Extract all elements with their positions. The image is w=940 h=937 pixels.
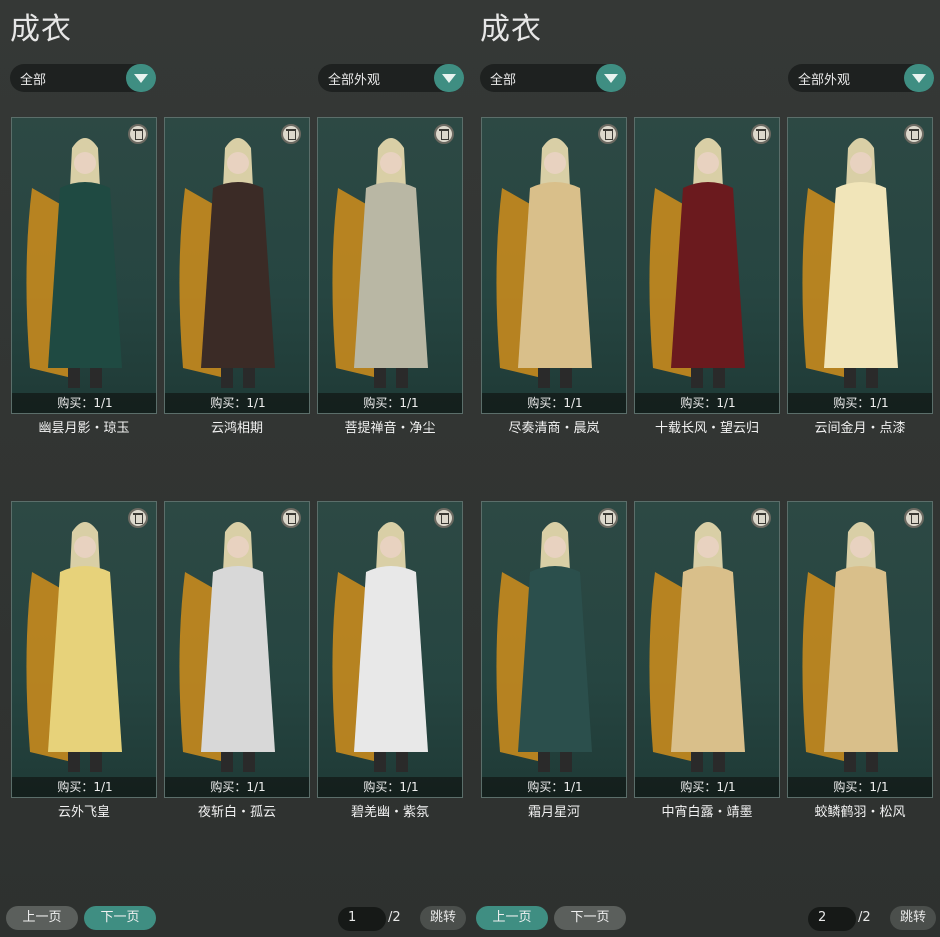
wardrobe-panel-right: 成衣 全部 全部外观 购买：1/1 尽奏清商・晨岚 购买：1/1 十载长风・望云归 购买… [470, 0, 940, 937]
outfit-card[interactable]: 购买：1/1 [317, 501, 463, 798]
chevron-down-icon[interactable] [126, 64, 156, 92]
outfit-card[interactable]: 购买：1/1 [481, 501, 627, 798]
page-number: 2 [818, 910, 827, 925]
purchase-count: 购买：1/1 [318, 393, 462, 413]
outfit-name: 十载长风・望云归 [654, 421, 759, 436]
purchase-count: 购买：1/1 [12, 393, 156, 413]
appearance-dropdown-label: 全部外观 [328, 73, 381, 88]
outfit-name: 幽昙月影・琼玉 [38, 421, 130, 436]
character-figure [496, 138, 592, 388]
outfit-card[interactable]: 购买：1/1 [787, 117, 933, 414]
outfit-name: 夜斩白・孤云 [197, 805, 276, 820]
category-dropdown-label: 全部 [490, 73, 517, 88]
jump-button[interactable]: 跳转 [890, 906, 936, 930]
outfit-card[interactable]: 购买：1/1 [787, 501, 933, 798]
appearance-dropdown[interactable]: 全部外观 [788, 64, 934, 92]
chevron-down-icon[interactable] [434, 64, 464, 92]
outfit-name: 云外飞皇 [57, 805, 110, 820]
outfit-card[interactable]: 购买：1/1 [11, 501, 157, 798]
page-number: 1 [348, 910, 357, 925]
category-dropdown[interactable]: 全部 [480, 64, 626, 92]
outfit-name: 碧羌幽・紫氛 [350, 805, 429, 820]
page-number-input[interactable]: 1 [338, 907, 386, 931]
purchase-count: 购买：1/1 [482, 393, 626, 413]
page-title: 成衣 [480, 12, 542, 47]
prev-page-button[interactable]: 上一页 [6, 906, 78, 930]
character-figure [179, 138, 275, 388]
next-page-button[interactable]: 下一页 [554, 906, 626, 930]
character-figure [332, 522, 428, 772]
outfit-card[interactable]: 购买：1/1 [317, 117, 463, 414]
chevron-down-icon[interactable] [904, 64, 934, 92]
trash-icon[interactable] [598, 508, 618, 528]
category-dropdown[interactable]: 全部 [10, 64, 156, 92]
trash-icon[interactable] [434, 508, 454, 528]
outfit-name: 云鸿相期 [210, 421, 263, 436]
purchase-count: 购买：1/1 [318, 777, 462, 797]
character-figure [802, 138, 898, 388]
page-title: 成衣 [10, 12, 72, 47]
trash-icon[interactable] [281, 508, 301, 528]
outfit-name: 霜月星河 [527, 805, 580, 820]
prev-page-button[interactable]: 上一页 [476, 906, 548, 930]
trash-icon[interactable] [128, 124, 148, 144]
jump-button[interactable]: 跳转 [420, 906, 466, 930]
purchase-count: 购买：1/1 [165, 393, 309, 413]
character-figure [332, 138, 428, 388]
page-total: /2 [388, 910, 401, 925]
next-page-button[interactable]: 下一页 [84, 906, 156, 930]
outfit-name: 中宵白露・靖墨 [661, 805, 753, 820]
character-figure [26, 522, 122, 772]
trash-icon[interactable] [751, 124, 771, 144]
trash-icon[interactable] [281, 124, 301, 144]
purchase-count: 购买：1/1 [635, 777, 779, 797]
outfit-card[interactable]: 购买：1/1 [634, 501, 780, 798]
outfit-card[interactable]: 购买：1/1 [164, 501, 310, 798]
outfit-name: 菩提禅音・净尘 [344, 421, 436, 436]
outfit-card[interactable]: 购买：1/1 [634, 117, 780, 414]
page-total: /2 [858, 910, 871, 925]
purchase-count: 购买：1/1 [788, 777, 932, 797]
character-figure [26, 138, 122, 388]
outfit-name: 尽奏清商・晨岚 [508, 421, 600, 436]
trash-icon[interactable] [904, 508, 924, 528]
trash-icon[interactable] [751, 508, 771, 528]
appearance-dropdown-label: 全部外观 [798, 73, 851, 88]
chevron-down-icon[interactable] [596, 64, 626, 92]
purchase-count: 购买：1/1 [165, 777, 309, 797]
purchase-count: 购买：1/1 [482, 777, 626, 797]
outfit-name: 蛟鳞鹤羽・松风 [814, 805, 906, 820]
purchase-count: 购买：1/1 [12, 777, 156, 797]
purchase-count: 购买：1/1 [788, 393, 932, 413]
trash-icon[interactable] [904, 124, 924, 144]
purchase-count: 购买：1/1 [635, 393, 779, 413]
outfit-name: 云间金月・点漆 [814, 421, 906, 436]
character-figure [179, 522, 275, 772]
character-figure [649, 522, 745, 772]
appearance-dropdown[interactable]: 全部外观 [318, 64, 464, 92]
trash-icon[interactable] [434, 124, 454, 144]
category-dropdown-label: 全部 [20, 73, 47, 88]
character-figure [649, 138, 745, 388]
trash-icon[interactable] [128, 508, 148, 528]
wardrobe-panel-left: 成衣 全部 全部外观 购买：1/1 幽昙月影・琼玉 购买：1/1 云鸿相期 购买：1/1… [0, 0, 470, 937]
trash-icon[interactable] [598, 124, 618, 144]
outfit-card[interactable]: 购买：1/1 [481, 117, 627, 414]
page-number-input[interactable]: 2 [808, 907, 856, 931]
outfit-card[interactable]: 购买：1/1 [11, 117, 157, 414]
character-figure [802, 522, 898, 772]
character-figure [496, 522, 592, 772]
outfit-card[interactable]: 购买：1/1 [164, 117, 310, 414]
